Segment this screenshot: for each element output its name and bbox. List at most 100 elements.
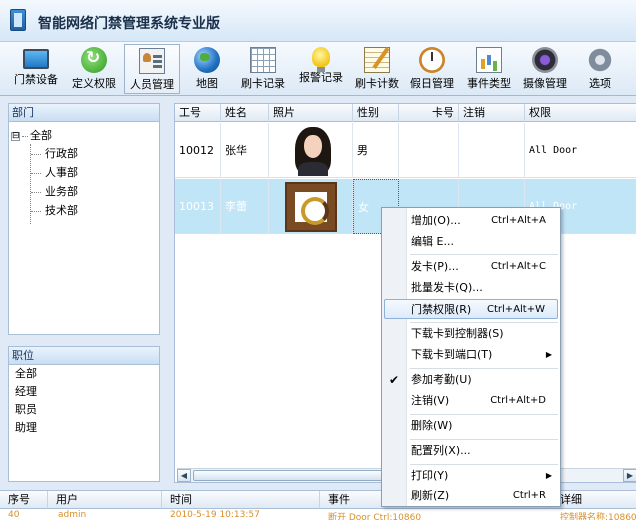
menu-item-access-permission[interactable]: 门禁权限(R) Ctrl+Alt+W: [384, 299, 558, 319]
menu-item-label: 增加(O)...: [411, 214, 461, 227]
log-cell-seq: 40: [8, 510, 20, 520]
menu-item-cancel-card[interactable]: 注销(V) Ctrl+Alt+D: [384, 391, 558, 411]
position-item-staff[interactable]: 职员: [9, 401, 159, 419]
menu-item-label: 删除(W): [411, 419, 453, 432]
menu-item-label: 下载卡到端口(T): [411, 348, 493, 361]
department-header: 部门: [9, 104, 159, 122]
toolbar-button-card-records[interactable]: 刷卡记录: [236, 44, 290, 94]
table-row[interactable]: 10012 张华 男 All Door: [175, 123, 636, 178]
menu-item-shortcut: Ctrl+Alt+D: [490, 395, 546, 406]
employee-photo: [285, 182, 337, 232]
log-cell-event: 断开 Door Ctrl:10860: [328, 513, 422, 520]
department-panel: 部门 ⊟ 全部 行政部 人事部 业务部 技术部: [8, 103, 160, 335]
toolbar-button-alarm-records[interactable]: 报警记录: [294, 44, 348, 94]
menu-separator: [410, 414, 558, 415]
chart-icon: [476, 47, 502, 73]
monitor-icon: [23, 49, 49, 69]
tree-node-business-dept[interactable]: 业务部: [31, 183, 78, 199]
scroll-right-arrow-icon[interactable]: ▶: [623, 469, 636, 482]
toolbar-button-map[interactable]: 地图: [186, 44, 228, 94]
toolbar-button-personnel[interactable]: 人员管理: [124, 44, 180, 94]
menu-item-label: 批量发卡(Q)...: [411, 281, 483, 294]
main-toolbar: 门禁设备 定义权限 人员管理 地图 刷卡记录 报警记录 刷卡计数 假日管理 事件…: [0, 42, 636, 96]
cell-cancel: [459, 123, 525, 178]
toolbar-button-permissions[interactable]: 定义权限: [68, 44, 120, 94]
column-header-name[interactable]: 姓名: [221, 104, 269, 122]
tree-node-all[interactable]: ⊟ 全部: [11, 127, 52, 143]
context-menu: 增加(O)... Ctrl+Alt+A 编辑 E... 发卡(P)... Ctr…: [381, 207, 561, 507]
tree-node-label: 全部: [30, 129, 52, 142]
menu-item-label: 门禁权限(R): [411, 303, 472, 316]
menu-separator: [410, 322, 558, 323]
menu-item-shortcut: Ctrl+Alt+C: [490, 261, 546, 272]
toolbar-label: 门禁设备: [14, 73, 58, 86]
column-header-photo[interactable]: 照片: [269, 104, 353, 122]
tree-node-admin-dept[interactable]: 行政部: [31, 145, 78, 161]
toolbar-button-holidays[interactable]: 假日管理: [406, 44, 458, 94]
notepad-icon: [364, 47, 390, 73]
menu-item-download-to-port[interactable]: 下载卡到端口(T) ▶: [384, 345, 558, 365]
column-header-card[interactable]: 卡号: [399, 104, 459, 122]
menu-item-delete[interactable]: 删除(W): [384, 416, 558, 436]
column-header-id[interactable]: 工号: [175, 104, 221, 122]
clock-icon: [419, 47, 445, 73]
tree-node-hr-dept[interactable]: 人事部: [31, 164, 78, 180]
toolbar-label: 刷卡计数: [355, 77, 399, 90]
log-header-detail[interactable]: 详细: [552, 491, 636, 509]
menu-item-issue-card[interactable]: 发卡(P)... Ctrl+Alt+C: [384, 257, 558, 277]
menu-item-shortcut: Ctrl+R: [512, 490, 546, 501]
toolbar-button-cameras[interactable]: 摄像管理: [518, 44, 572, 94]
menu-item-label: 注销(V): [411, 394, 450, 407]
menu-item-label: 刷新(Z): [411, 489, 450, 502]
check-icon: ✔: [389, 373, 400, 387]
submenu-arrow-icon: ▶: [545, 471, 552, 480]
position-item-manager[interactable]: 经理: [9, 383, 159, 401]
toolbar-button-options[interactable]: 选项: [580, 43, 620, 94]
menu-item-shortcut: Ctrl+Alt+W: [487, 304, 545, 315]
log-header-user[interactable]: 用户: [48, 491, 162, 509]
toolbar-label: 选项: [589, 77, 611, 90]
menu-item-download-to-controller[interactable]: 下载卡到控制器(S): [384, 324, 558, 344]
toolbar-label: 人员管理: [130, 78, 174, 91]
log-header-time[interactable]: 时间: [162, 491, 320, 509]
tree-node-tech-dept[interactable]: 技术部: [31, 202, 78, 218]
log-header-seq[interactable]: 序号: [0, 491, 48, 509]
menu-item-add[interactable]: 增加(O)... Ctrl+Alt+A: [384, 211, 558, 231]
cell-card: [399, 123, 459, 178]
people-icon: [139, 48, 165, 74]
column-header-gender[interactable]: 性别: [353, 104, 399, 122]
position-item-assistant[interactable]: 助理: [9, 419, 159, 437]
table-header: 工号 姓名 照片 性别 卡号 注销 权限: [175, 104, 636, 122]
menu-item-configure-columns[interactable]: 配置列(X)...: [384, 441, 558, 461]
toolbar-button-card-count[interactable]: 刷卡计数: [350, 44, 404, 94]
menu-item-attendance[interactable]: ✔ 参加考勤(U): [384, 370, 558, 390]
toolbar-label: 地图: [196, 77, 218, 90]
title-bar: 智能网络门禁管理系统专业版: [0, 0, 636, 42]
column-header-cancel[interactable]: 注销: [459, 104, 525, 122]
column-header-permission[interactable]: 权限: [525, 104, 636, 122]
toolbar-label: 假日管理: [410, 77, 454, 90]
toolbar-button-event-types[interactable]: 事件类型: [462, 44, 516, 94]
menu-item-label: 下载卡到控制器(S): [411, 327, 504, 340]
toolbar-label: 事件类型: [467, 77, 511, 90]
position-item-all[interactable]: 全部: [9, 365, 159, 383]
menu-item-print[interactable]: 打印(Y) ▶: [384, 466, 558, 486]
submenu-arrow-icon: ▶: [545, 350, 552, 359]
scroll-left-arrow-icon[interactable]: ◀: [177, 469, 191, 482]
scrollbar-thumb[interactable]: [193, 470, 393, 481]
menu-item-edit[interactable]: 编辑 E...: [384, 232, 558, 252]
globe-icon: [194, 47, 220, 73]
cell-name: 张华: [221, 123, 269, 178]
menu-separator: [410, 368, 558, 369]
menu-item-batch-issue[interactable]: 批量发卡(Q)...: [384, 278, 558, 298]
menu-separator: [410, 464, 558, 465]
app-icon: [10, 9, 26, 31]
toolbar-button-devices[interactable]: 门禁设备: [10, 44, 62, 94]
menu-item-refresh[interactable]: 刷新(Z) Ctrl+R: [384, 486, 558, 506]
menu-item-label: 配置列(X)...: [411, 444, 471, 457]
menu-separator: [410, 439, 558, 440]
collapse-icon[interactable]: ⊟: [11, 131, 20, 141]
tree-node-label: 业务部: [45, 185, 78, 198]
menu-item-label: 编辑 E...: [411, 235, 454, 248]
cell-permission: All Door: [529, 145, 578, 156]
